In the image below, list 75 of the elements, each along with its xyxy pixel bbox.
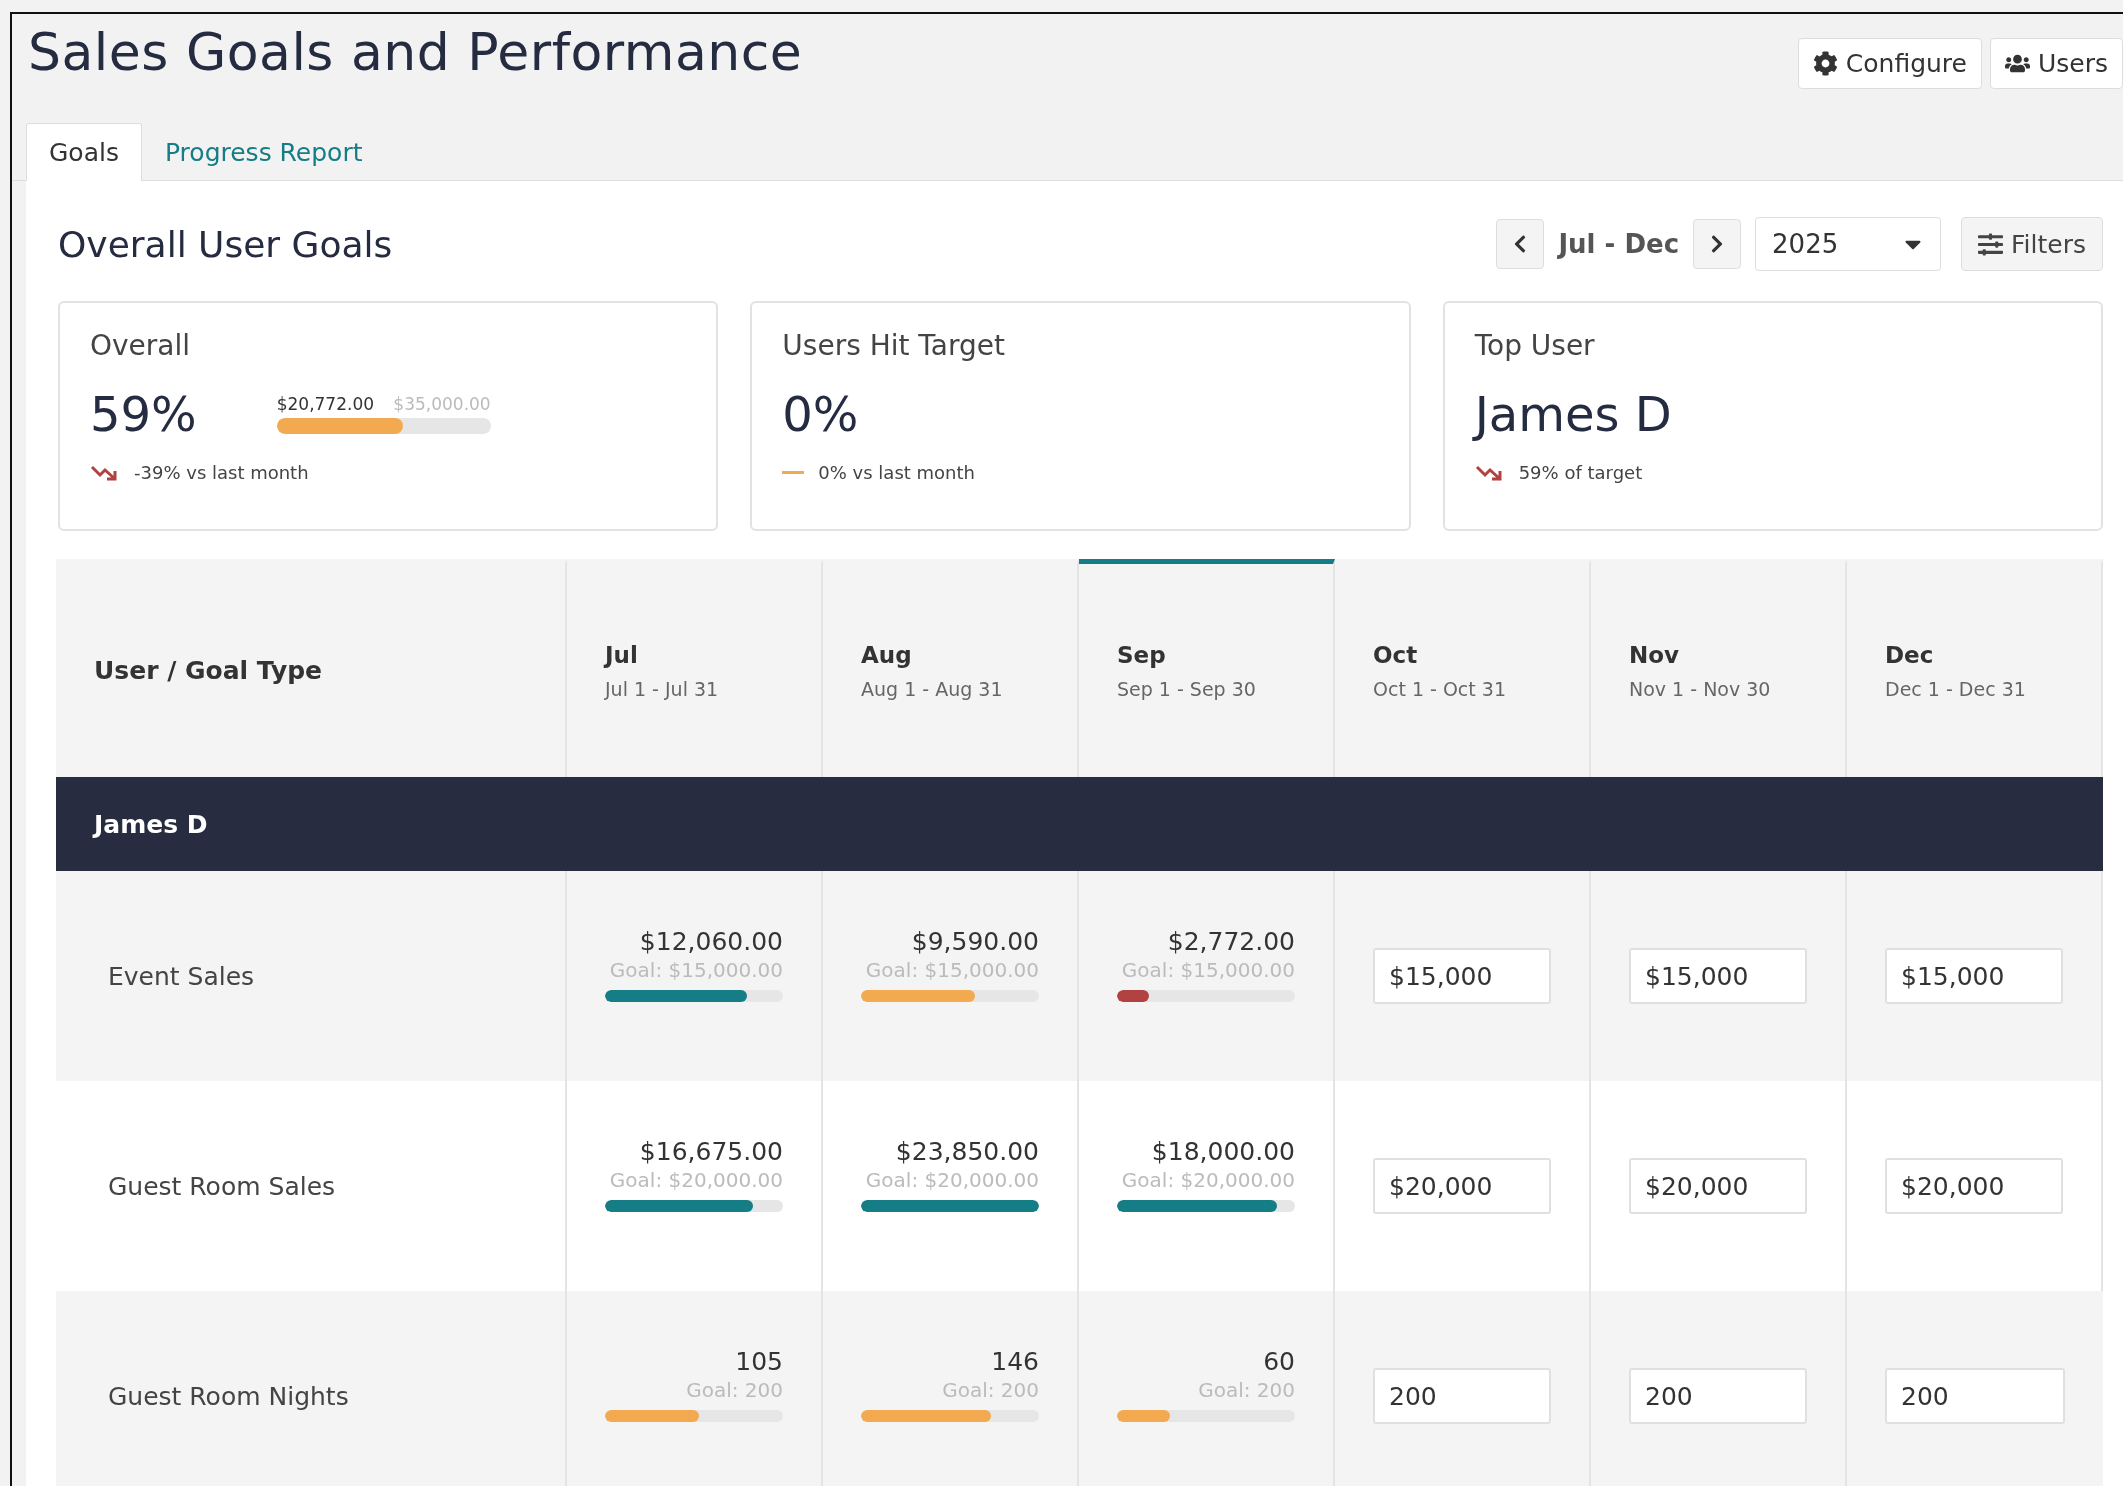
filters-button[interactable]: Filters [1961,217,2103,271]
goal-input[interactable]: 200 [1885,1368,2065,1424]
goal-value: Goal: $15,000.00 [865,957,1039,982]
card-value: 0% [782,386,859,442]
actual-value: $2,772.00 [1167,926,1295,956]
page-title: Sales Goals and Performance [28,22,803,82]
actual-value: 105 [735,1346,783,1376]
month-range: Jul 1 - Jul 31 [605,677,720,700]
month-name: Dec [1885,641,1935,668]
card-note: 59% of target [1518,462,1643,483]
goal-type: Event Sales [108,961,255,991]
year-select[interactable]: 2025 [1755,217,1942,271]
column-header: User / Goal Type [94,656,324,685]
goal-value: Goal: $15,000.00 [1121,957,1295,982]
actual-value: 146 [991,1346,1039,1376]
month-name: Sep [1117,641,1167,668]
goal-value: Goal: 200 [1198,1377,1295,1402]
month-header[interactable]: Dec Dec 1 - Dec 31 [1847,559,2103,777]
month-range: Oct 1 - Oct 31 [1373,677,1507,700]
settings-icon [1812,51,1838,76]
goal-value: Goal: $20,000.00 [609,1167,783,1192]
period-label: Jul - Dec [1558,229,1680,259]
month-header[interactable]: Aug Aug 1 - Aug 31 [823,559,1079,777]
month-name: Jul [605,641,639,668]
month-header[interactable]: Sep Sep 1 - Sep 30 [1079,559,1335,777]
next-button[interactable] [1693,219,1742,269]
target-amount: $35,000.00 [393,394,491,414]
month-range: Dec 1 - Dec 31 [1885,677,2027,700]
goal-type: Guest Room Nights [108,1381,349,1411]
goal-input[interactable]: $20,000 [1373,1158,1551,1214]
card-value: 59% [90,386,197,442]
month-header[interactable]: Jul Jul 1 - Jul 31 [567,559,823,777]
month-name: Nov [1629,641,1681,668]
card-title: Top User [1474,329,1596,362]
goal-input[interactable]: $15,000 [1629,948,1807,1004]
goal-value: Goal: $20,000.00 [865,1167,1039,1192]
tab[interactable]: Goals [26,123,142,181]
goal-input[interactable]: 200 [1629,1368,1807,1424]
actual-value: 60 [1263,1346,1295,1376]
goal-value: Goal: 200 [942,1377,1039,1402]
flat-trend-icon [782,470,805,475]
goal-value: Goal: $20,000.00 [1121,1167,1295,1192]
goal-value: Goal: $15,000.00 [609,957,783,982]
month-name: Aug [861,641,913,668]
card-value: James D [1474,386,1672,442]
month-header[interactable]: Nov Nov 1 - Nov 30 [1591,559,1847,777]
card-note: 0% vs last month [818,462,975,483]
goal-input[interactable]: $15,000 [1885,948,2063,1004]
actual-value: $16,675.00 [639,1136,783,1166]
goal-input[interactable]: $15,000 [1373,948,1551,1004]
user-name: James D [94,809,208,839]
sliders-icon [1978,231,2004,257]
users-button[interactable]: Users [1990,38,2123,89]
goal-input[interactable]: 200 [1373,1368,1551,1424]
goal-value: Goal: 200 [686,1377,783,1402]
actual-value: $9,590.00 [911,926,1039,956]
month-range: Sep 1 - Sep 30 [1117,677,1257,700]
actual-value: $12,060.00 [639,926,783,956]
goal-input[interactable]: $20,000 [1629,1158,1807,1214]
section-title: Overall User Goals [58,223,393,265]
previous-button[interactable] [1496,219,1545,269]
goal-type: Guest Room Sales [108,1171,336,1201]
card-title: Users Hit Target [782,329,1006,362]
configure-button[interactable]: Configure [1797,38,1982,89]
actual-value: $23,850.00 [895,1136,1039,1166]
month-range: Nov 1 - Nov 30 [1629,677,1772,700]
month-name: Oct [1373,641,1419,668]
month-header[interactable]: Oct Oct 1 - Oct 31 [1335,559,1591,777]
card-note: -39% vs last month [134,462,309,483]
goal-input[interactable]: $20,000 [1885,1158,2063,1214]
actual-value: $18,000.00 [1151,1136,1295,1166]
tab[interactable]: Progress Report [141,123,386,181]
card-title: Overall [90,329,192,362]
current-amount: $20,772.00 [276,394,375,414]
month-range: Aug 1 - Aug 31 [861,677,1004,700]
